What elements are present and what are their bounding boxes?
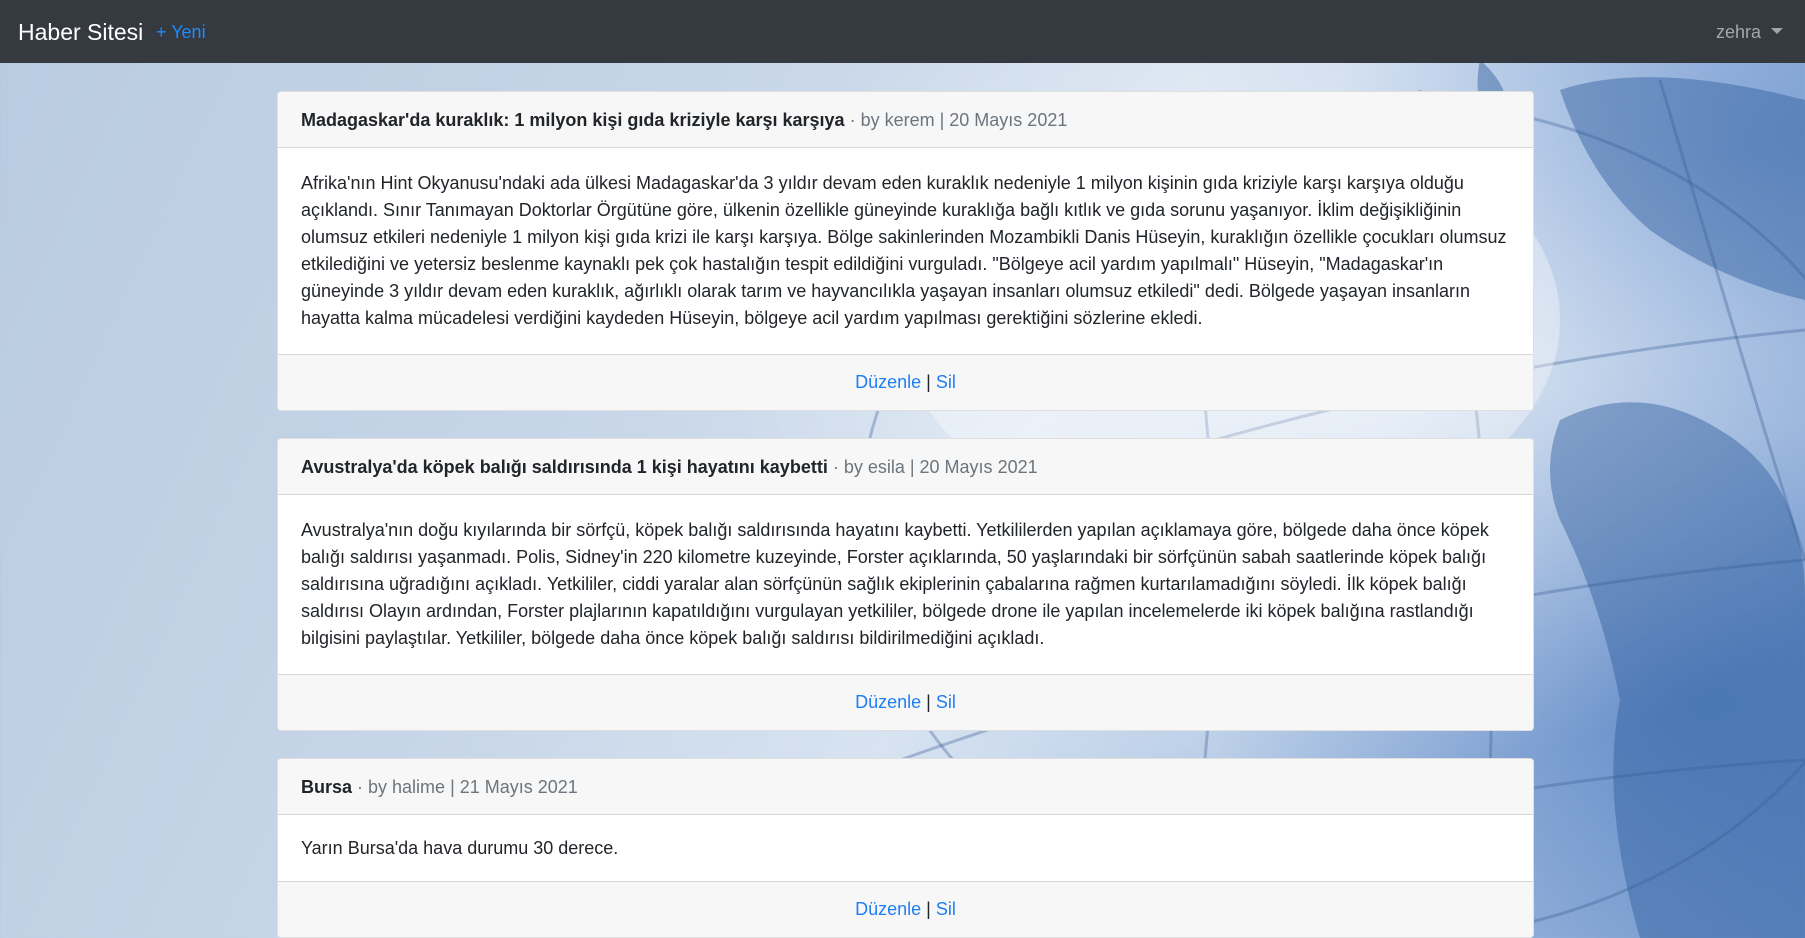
article-header: Bursa · by halime | 21 Mayıs 2021	[278, 759, 1533, 815]
edit-link[interactable]: Düzenle	[855, 372, 921, 392]
user-menu-dropdown[interactable]: zehra	[1716, 21, 1783, 43]
article-body: Yarın Bursa'da hava durumu 30 derece.	[301, 838, 619, 858]
user-name: zehra	[1715, 22, 1761, 42]
article-actions: Düzenle | Sil	[278, 881, 1533, 937]
top-navbar: Haber Sitesi + Yeni zehra	[0, 0, 1805, 63]
edit-link[interactable]: Düzenle	[855, 899, 921, 919]
new-article-link[interactable]: + Yeni	[156, 21, 206, 43]
site-brand[interactable]: Haber Sitesi	[18, 18, 143, 46]
action-separator: |	[921, 692, 936, 712]
article-list: Madagaskar'da kuraklık: 1 milyon kişi gı…	[277, 91, 1534, 938]
article-actions: Düzenle | Sil	[278, 354, 1533, 410]
article-actions: Düzenle | Sil	[278, 674, 1533, 730]
article-header: Madagaskar'da kuraklık: 1 milyon kişi gı…	[278, 92, 1533, 148]
delete-link[interactable]: Sil	[936, 899, 956, 919]
action-separator: |	[921, 372, 936, 392]
article-card: Avustralya'da köpek balığı saldırısında …	[277, 438, 1534, 731]
chevron-down-icon	[1771, 28, 1783, 34]
article-meta: · by halime | 21 Mayıs 2021	[352, 777, 578, 797]
article-meta: · by esila | 20 Mayıs 2021	[827, 457, 1038, 477]
article-header: Avustralya'da köpek balığı saldırısında …	[278, 439, 1533, 495]
article-body: Afrika'nın Hint Okyanusu'ndaki ada ülkes…	[301, 173, 1507, 328]
article-meta: · by kerem | 20 Mayıs 2021	[844, 110, 1068, 130]
article-body: Avustralya'nın doğu kıyılarında bir sörf…	[301, 520, 1489, 648]
article-title: Bursa	[301, 777, 353, 797]
article-title: Avustralya'da köpek balığı saldırısında …	[301, 457, 828, 477]
article-card: Bursa · by halime | 21 Mayıs 2021 Yarın …	[277, 758, 1534, 938]
edit-link[interactable]: Düzenle	[855, 692, 921, 712]
action-separator: |	[921, 899, 936, 919]
article-title: Madagaskar'da kuraklık: 1 milyon kişi gı…	[301, 110, 845, 130]
delete-link[interactable]: Sil	[936, 372, 956, 392]
delete-link[interactable]: Sil	[936, 692, 956, 712]
article-card: Madagaskar'da kuraklık: 1 milyon kişi gı…	[277, 91, 1534, 411]
